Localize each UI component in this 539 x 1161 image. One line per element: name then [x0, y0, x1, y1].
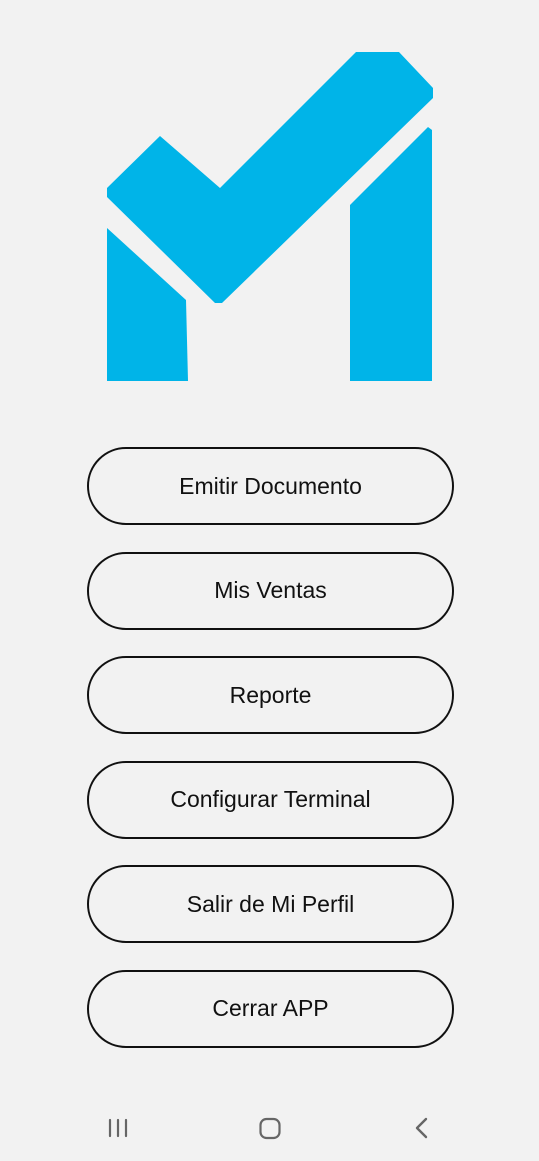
- back-icon: [415, 1117, 428, 1139]
- back-button[interactable]: [401, 1113, 441, 1143]
- cerrar-app-button[interactable]: Cerrar APP: [87, 969, 454, 1048]
- recent-apps-icon: [108, 1118, 128, 1138]
- emitir-documento-label: Emitir Documento: [179, 472, 362, 499]
- home-button[interactable]: [250, 1113, 290, 1143]
- system-navigation-bar: [0, 1095, 539, 1161]
- recent-apps-button[interactable]: [99, 1113, 139, 1143]
- salir-de-mi-perfil-button[interactable]: Salir de Mi Perfil: [87, 865, 454, 943]
- reporte-button[interactable]: Reporte: [87, 656, 454, 734]
- mis-ventas-button[interactable]: Mis Ventas: [87, 551, 454, 630]
- app-logo: [100, 50, 440, 385]
- salir-de-mi-perfil-label: Salir de Mi Perfil: [186, 890, 355, 917]
- reporte-label: Reporte: [229, 681, 312, 708]
- m-checkmark-logo-icon: [107, 52, 433, 381]
- home-icon: [259, 1117, 281, 1140]
- cerrar-app-label: Cerrar APP: [212, 995, 329, 1021]
- emitir-documento-button[interactable]: Emitir Documento: [87, 447, 454, 525]
- main-menu: Emitir Documento Mis Ventas Reporte Conf…: [87, 447, 454, 1074]
- configurar-terminal-button[interactable]: Configurar Terminal: [87, 760, 454, 839]
- configurar-terminal-label: Configurar Terminal: [170, 786, 371, 812]
- mis-ventas-label: Mis Ventas: [214, 577, 327, 603]
